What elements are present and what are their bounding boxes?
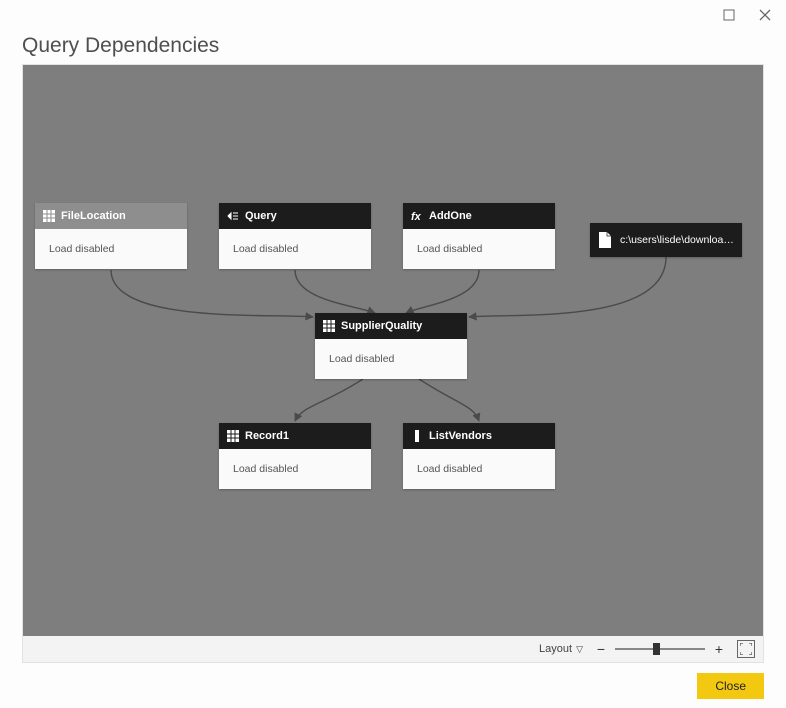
window-close-button[interactable] bbox=[754, 4, 776, 26]
node-filelocation[interactable]: FileLocation Load disabled bbox=[35, 203, 187, 269]
zoom-slider[interactable] bbox=[615, 648, 705, 650]
file-path-label: c:\users\lisde\downloads... bbox=[620, 234, 734, 246]
zoom-slider-thumb[interactable] bbox=[653, 643, 660, 655]
function-icon: fx bbox=[411, 210, 423, 222]
node-status: Load disabled bbox=[403, 229, 555, 269]
node-title: SupplierQuality bbox=[341, 320, 422, 332]
node-record1[interactable]: Record1 Load disabled bbox=[219, 423, 371, 489]
node-title: AddOne bbox=[429, 210, 472, 222]
node-header: ListVendors bbox=[403, 423, 555, 449]
node-title: ListVendors bbox=[429, 430, 492, 442]
svg-text:fx: fx bbox=[411, 211, 422, 222]
node-header: SupplierQuality bbox=[315, 313, 467, 339]
chevron-down-icon: ▽ bbox=[576, 644, 583, 655]
canvas-toolbar: Layout ▽ − + bbox=[23, 636, 763, 662]
dialog-header: Query Dependencies bbox=[0, 34, 786, 64]
record-icon bbox=[227, 430, 239, 442]
fit-icon bbox=[740, 643, 752, 655]
node-header: FileLocation bbox=[35, 203, 187, 229]
zoom-in-button[interactable]: + bbox=[711, 641, 727, 657]
canvas-frame: FileLocation Load disabled Query Load di… bbox=[22, 64, 764, 663]
node-status: Load disabled bbox=[219, 449, 371, 489]
node-addone[interactable]: fx AddOne Load disabled bbox=[403, 203, 555, 269]
maximize-button[interactable] bbox=[718, 4, 740, 26]
node-header: Query bbox=[219, 203, 371, 229]
dialog-title: Query Dependencies bbox=[22, 34, 764, 58]
zoom-out-button[interactable]: − bbox=[593, 641, 609, 657]
dialog-window: Query Dependencies bbox=[0, 0, 786, 708]
layout-label: Layout bbox=[539, 643, 572, 655]
table-icon bbox=[323, 320, 335, 332]
list-icon bbox=[411, 430, 423, 442]
titlebar bbox=[0, 0, 786, 34]
node-query[interactable]: Query Load disabled bbox=[219, 203, 371, 269]
node-file-source[interactable]: c:\users\lisde\downloads... bbox=[590, 223, 742, 257]
node-status: Load disabled bbox=[315, 339, 467, 379]
node-title: Query bbox=[245, 210, 277, 222]
dialog-footer: Close bbox=[0, 663, 786, 699]
node-title: FileLocation bbox=[61, 210, 126, 222]
node-supplierquality[interactable]: SupplierQuality Load disabled bbox=[315, 313, 467, 379]
file-icon bbox=[598, 232, 612, 248]
fit-to-screen-button[interactable] bbox=[737, 640, 755, 658]
close-button[interactable]: Close bbox=[697, 673, 764, 699]
node-header: fx AddOne bbox=[403, 203, 555, 229]
layout-dropdown[interactable]: Layout ▽ bbox=[539, 643, 583, 655]
node-status: Load disabled bbox=[219, 229, 371, 269]
query-icon bbox=[227, 210, 239, 222]
dependency-canvas[interactable]: FileLocation Load disabled Query Load di… bbox=[23, 65, 763, 636]
node-header: Record1 bbox=[219, 423, 371, 449]
table-icon bbox=[43, 210, 55, 222]
node-listvendors[interactable]: ListVendors Load disabled bbox=[403, 423, 555, 489]
zoom-controls: − + bbox=[593, 641, 727, 657]
node-status: Load disabled bbox=[35, 229, 187, 269]
node-title: Record1 bbox=[245, 430, 289, 442]
node-status: Load disabled bbox=[403, 449, 555, 489]
